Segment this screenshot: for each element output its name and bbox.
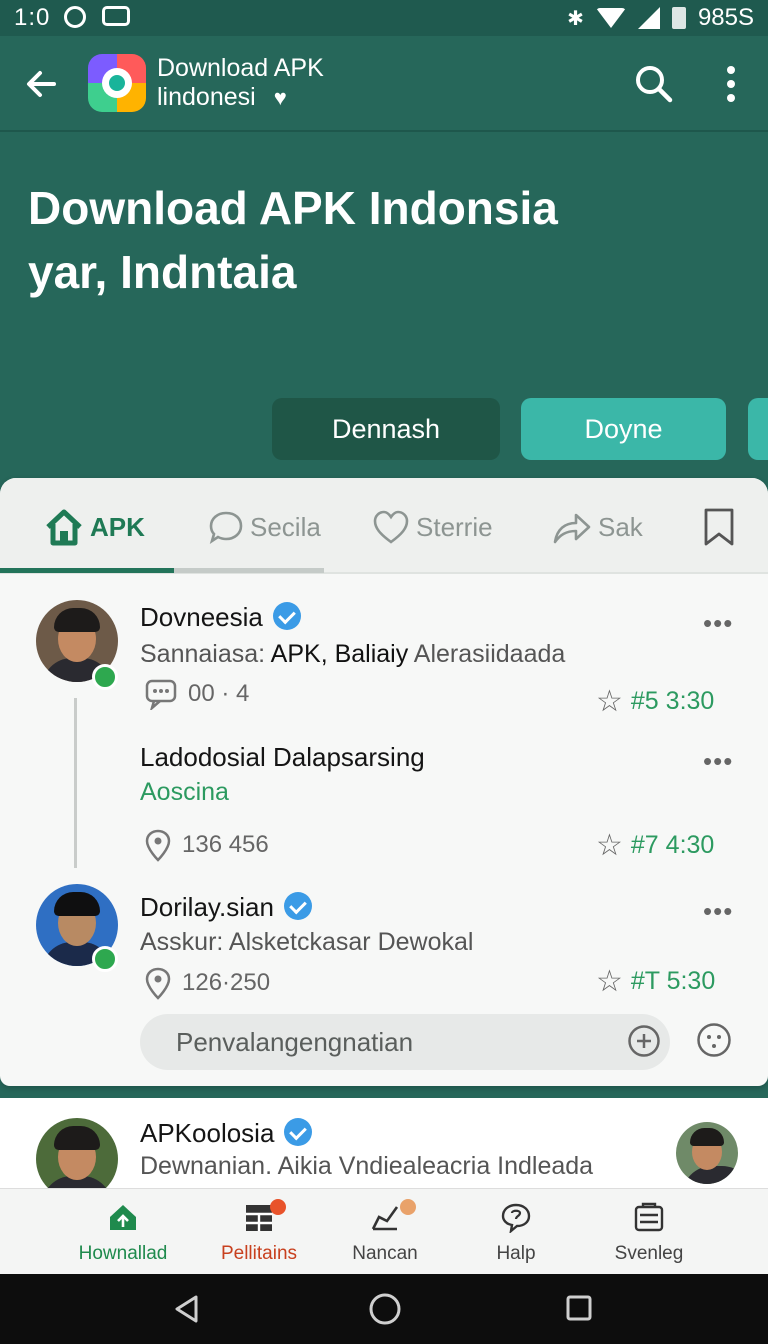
sync-icon bbox=[64, 6, 86, 28]
post-subtitle: Asskur: Alsketckasar Dewokal bbox=[140, 928, 474, 956]
system-recents-icon[interactable] bbox=[565, 1294, 593, 1322]
hero-button-overflow[interactable] bbox=[748, 398, 768, 460]
system-back-icon[interactable] bbox=[172, 1294, 202, 1324]
hero-button-primary[interactable]: Dennash bbox=[272, 398, 500, 460]
next-post-card[interactable]: APKoolosia Dewnanian. Aikia Vndiealeacri… bbox=[0, 1098, 768, 1190]
home-icon bbox=[46, 509, 82, 546]
post-rank[interactable]: ☆ #T 5:30 bbox=[596, 964, 715, 999]
avatar[interactable] bbox=[676, 1122, 738, 1184]
post-more-icon[interactable]: ••• bbox=[703, 608, 733, 639]
notification-badge bbox=[400, 1199, 416, 1215]
post-subtitle: Dewnanian. Aikia Vndiealeacria Indleada bbox=[140, 1152, 594, 1180]
location-pin-icon bbox=[145, 967, 171, 1000]
tab-sak[interactable]: Sak bbox=[552, 502, 643, 552]
settings-list-icon bbox=[634, 1202, 664, 1232]
post-link[interactable]: Aoscina bbox=[140, 778, 229, 807]
post-rank[interactable]: ☆ #5 3:30 bbox=[596, 684, 714, 719]
search-icon[interactable] bbox=[632, 62, 676, 106]
wifi-icon bbox=[595, 8, 626, 28]
verified-badge-icon bbox=[283, 892, 312, 920]
verified-badge-icon bbox=[272, 602, 301, 630]
signal-icon bbox=[637, 7, 660, 29]
app-logo[interactable] bbox=[88, 54, 146, 112]
reply-input[interactable]: Penvalangengnatian bbox=[140, 1014, 670, 1070]
app-title: Download APK lindonesi ♥ bbox=[157, 54, 324, 112]
feed-card: APK Secila Sterrie Sak Dovneesia Sannaia… bbox=[0, 478, 768, 1086]
hero-button-secondary[interactable]: Doyne bbox=[521, 398, 726, 460]
back-arrow-icon[interactable] bbox=[20, 62, 64, 106]
active-tab-indicator bbox=[0, 568, 174, 573]
post-author[interactable]: Dorilay.sian bbox=[140, 892, 312, 923]
post-rank[interactable]: ☆ #7 4:30 bbox=[596, 828, 714, 863]
thread-line bbox=[74, 698, 77, 868]
share-icon bbox=[553, 513, 591, 544]
help-bubble-icon bbox=[501, 1203, 531, 1233]
status-bar: 1:0 ✱ 985S bbox=[0, 0, 768, 36]
system-home-icon[interactable] bbox=[368, 1292, 402, 1326]
post-meta: 00 · 4 bbox=[144, 678, 249, 710]
app-bar: Download APK lindonesi ♥ bbox=[0, 36, 768, 132]
status-right-text: 985S bbox=[697, 4, 754, 31]
location-pin-icon bbox=[145, 829, 171, 862]
tab-sterrie[interactable]: Sterrie bbox=[372, 502, 493, 552]
tab-bookmark[interactable] bbox=[702, 502, 736, 552]
notification-badge bbox=[270, 1199, 286, 1215]
nav-item-home[interactable]: Hownallad bbox=[58, 1197, 188, 1269]
tab-apk[interactable]: APK bbox=[44, 502, 145, 552]
avatar[interactable] bbox=[36, 1118, 118, 1190]
chat-bubble-icon bbox=[209, 511, 243, 545]
emoji-icon[interactable] bbox=[696, 1022, 732, 1058]
system-nav-bar bbox=[0, 1274, 768, 1344]
notification-icon bbox=[102, 6, 130, 26]
post-more-icon[interactable]: ••• bbox=[703, 896, 733, 927]
hero-title: Download APK Indonsia yar, Indntaia bbox=[28, 182, 558, 298]
star-icon: ☆ bbox=[596, 965, 623, 998]
post-author[interactable]: Dovneesia bbox=[140, 602, 301, 633]
bluetooth-icon: ✱ bbox=[567, 7, 584, 30]
post-author[interactable]: Ladodosial Dalapsarsing bbox=[140, 742, 425, 773]
app-title-line1: Download APK bbox=[157, 54, 324, 82]
battery-icon bbox=[671, 7, 686, 29]
post-author[interactable]: APKoolosia bbox=[140, 1118, 313, 1149]
add-icon[interactable] bbox=[627, 1024, 661, 1058]
more-vert-icon[interactable] bbox=[716, 64, 746, 104]
heart-icon[interactable]: ♥ bbox=[274, 83, 287, 112]
home-icon bbox=[110, 1205, 136, 1230]
verified-badge-icon bbox=[284, 1118, 313, 1146]
nav-item-pellitains[interactable]: Pellitains bbox=[194, 1197, 324, 1269]
status-time: 1:0 bbox=[14, 4, 51, 31]
nav-item-halp[interactable]: Halp bbox=[451, 1197, 581, 1269]
heart-icon bbox=[373, 510, 409, 544]
nav-item-nancan[interactable]: Nancan bbox=[320, 1197, 450, 1269]
app-title-line2: lindonesi bbox=[157, 83, 256, 111]
online-status-icon bbox=[92, 664, 118, 690]
online-status-icon bbox=[92, 946, 118, 972]
comment-icon bbox=[145, 679, 177, 710]
post-more-icon[interactable]: ••• bbox=[703, 746, 733, 777]
post-meta: 126·250 bbox=[144, 966, 270, 1000]
tab-secila[interactable]: Secila bbox=[208, 502, 321, 552]
tab-indicator-track bbox=[174, 568, 324, 573]
bottom-nav: Hownallad Pellitains Nancan Halp Svenleg bbox=[0, 1188, 768, 1274]
chart-icon bbox=[371, 1206, 399, 1231]
bookmark-icon bbox=[704, 508, 734, 546]
post-meta: 136 456 bbox=[144, 828, 269, 862]
star-icon: ☆ bbox=[596, 829, 623, 862]
star-icon: ☆ bbox=[596, 685, 623, 718]
post-subtitle: Sannaiasa: APK, Baliaiy Alerasiidaada bbox=[140, 640, 566, 668]
tab-bar: APK Secila Sterrie Sak bbox=[0, 478, 768, 574]
nav-item-svenleg[interactable]: Svenleg bbox=[584, 1197, 714, 1269]
